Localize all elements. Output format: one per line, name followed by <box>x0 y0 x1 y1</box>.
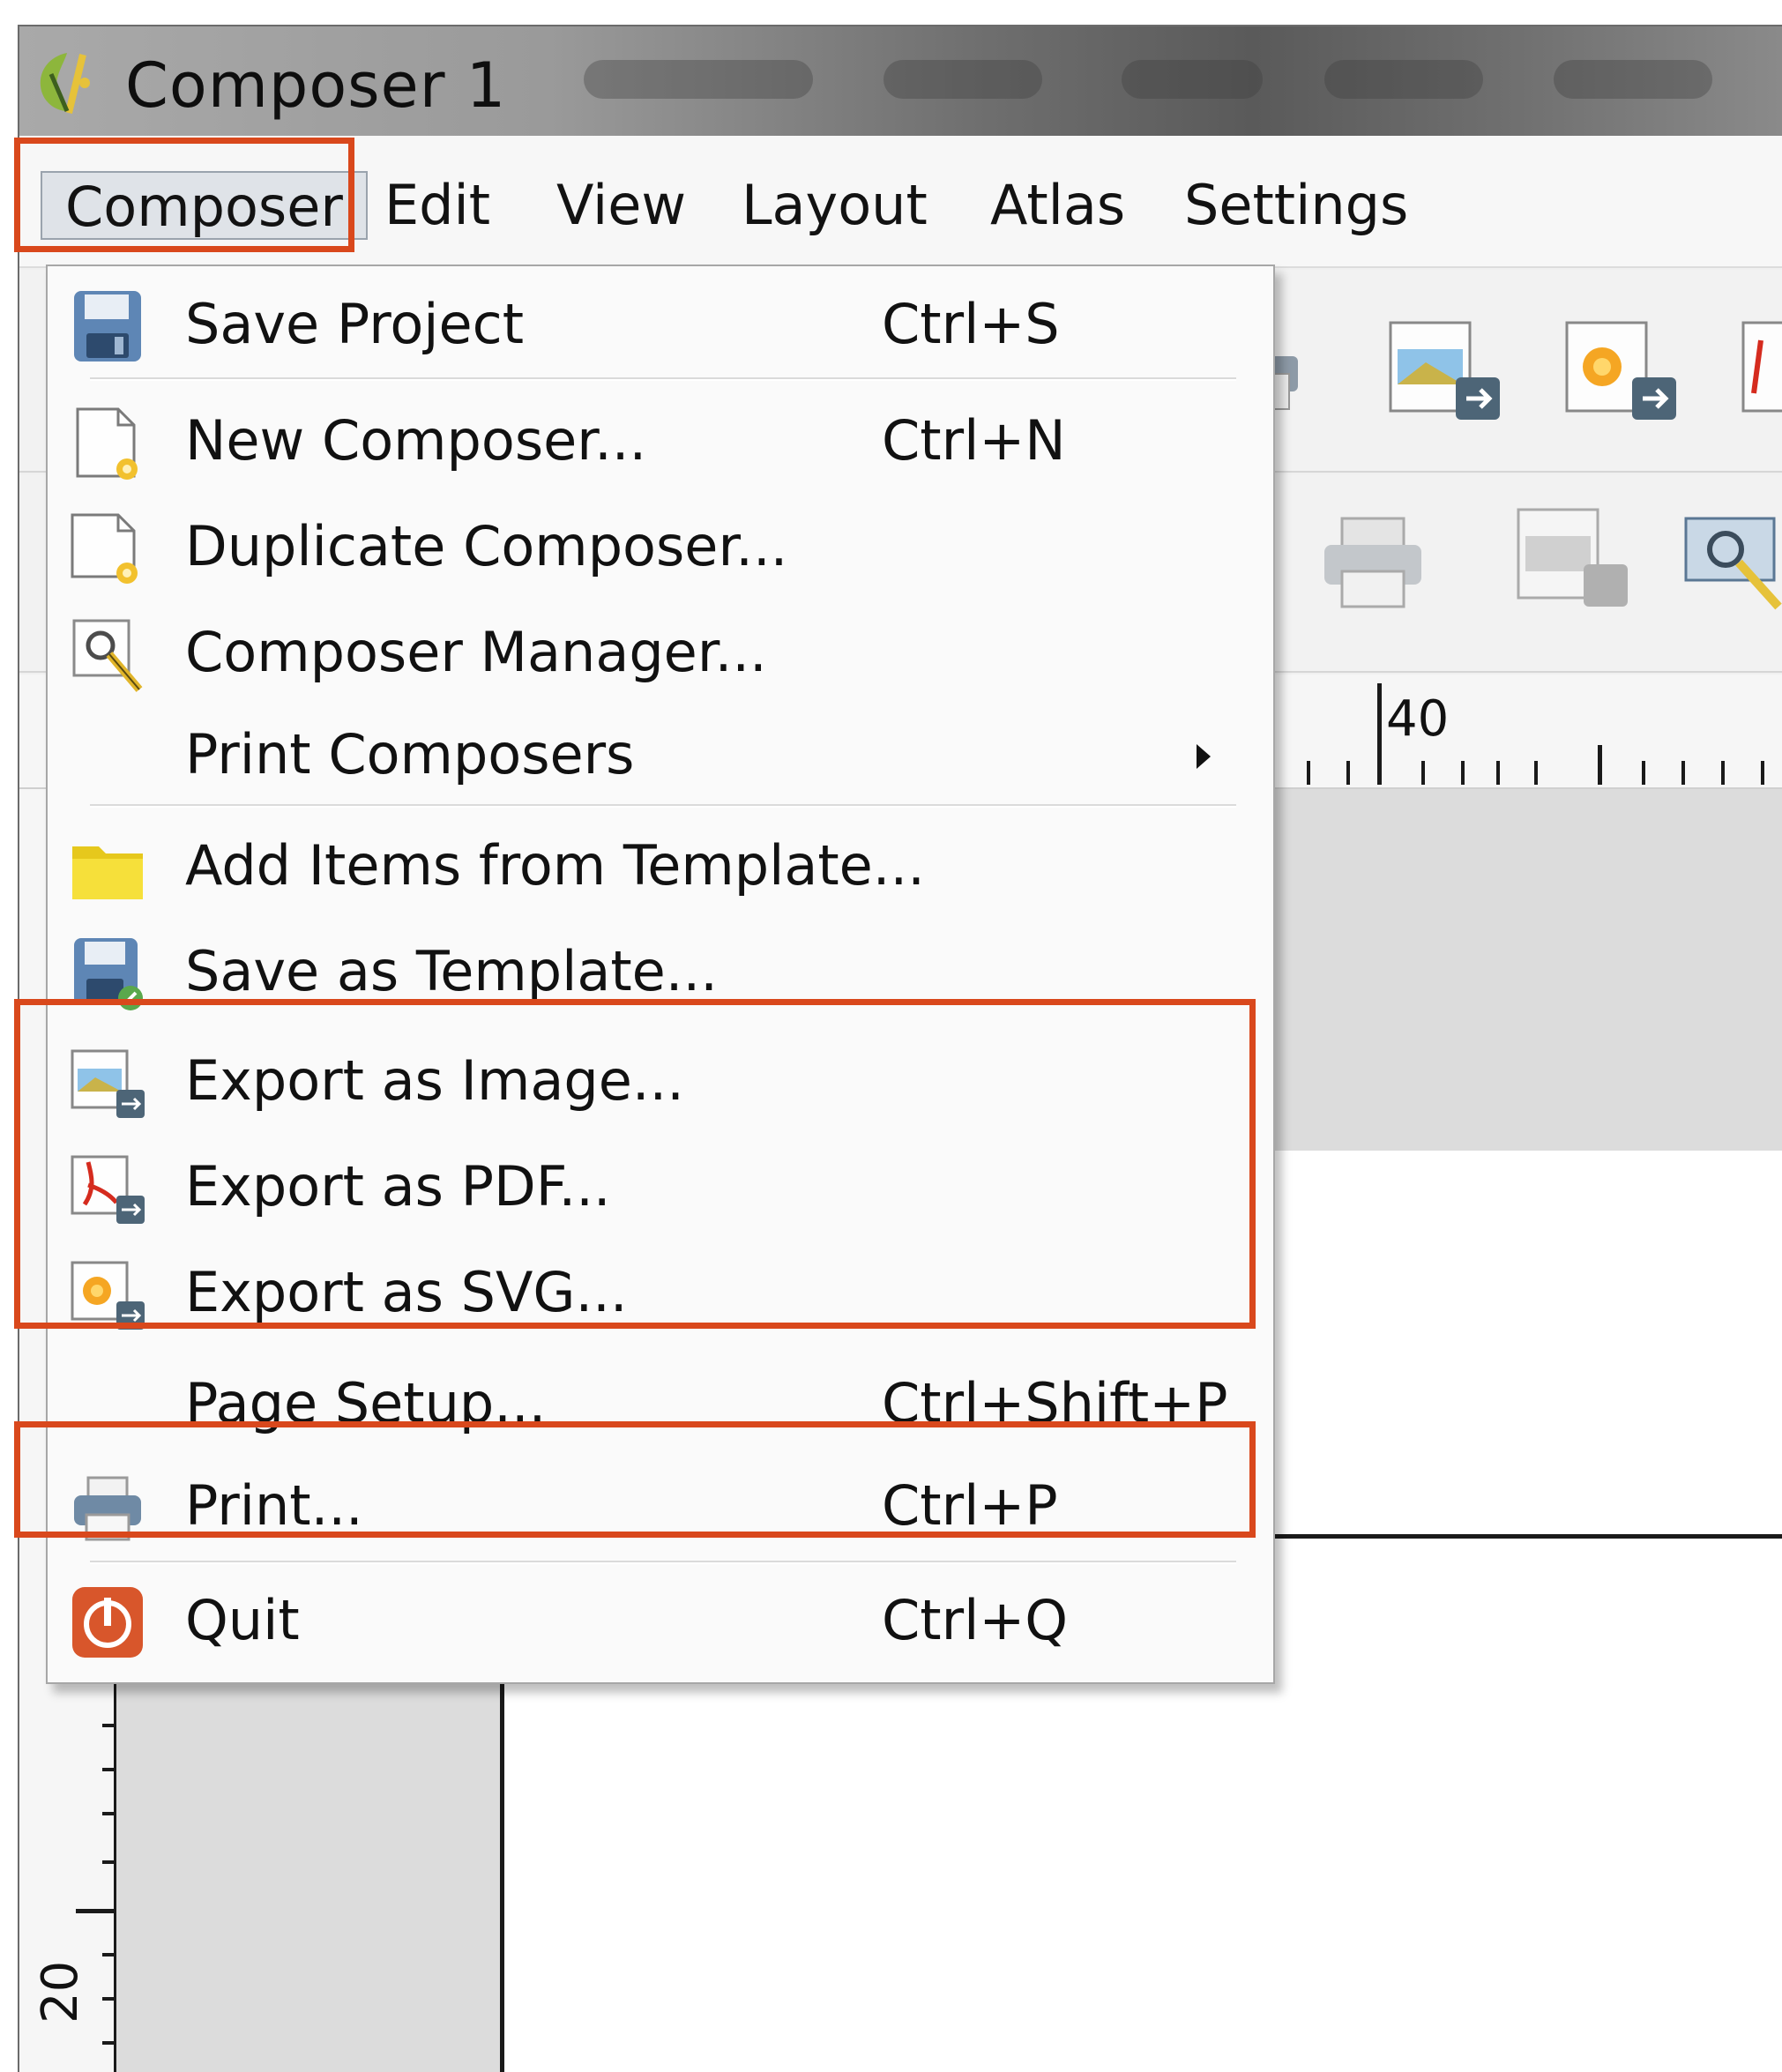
menu-item-shortcut: Ctrl+P <box>882 1473 1058 1538</box>
print-icon-secondary[interactable] <box>1316 510 1430 615</box>
menu-item-label: New Composer... <box>185 408 647 473</box>
menu-item-composer-manager[interactable]: Composer Manager... <box>48 603 1273 700</box>
composer-dropdown-menu: Save Project Ctrl+S New Composer... Ctrl… <box>46 265 1275 1684</box>
menu-item-label: Print Composers <box>185 722 635 786</box>
export-image-icon[interactable] <box>1382 314 1505 429</box>
export-image-disabled-icon[interactable] <box>1510 501 1633 615</box>
menu-item-label: Export as Image... <box>185 1048 684 1113</box>
composer-manager-icon <box>72 619 143 692</box>
menu-item-duplicate-composer[interactable]: Duplicate Composer... <box>48 497 1273 594</box>
menu-item-label: Composer Manager... <box>185 620 767 684</box>
menu-item-save-project[interactable]: Save Project Ctrl+S <box>48 275 1273 372</box>
menu-item-label: Export as PDF... <box>185 1154 611 1219</box>
menu-item-shortcut: Ctrl+N <box>882 408 1066 473</box>
menu-layout[interactable]: Layout <box>736 171 933 240</box>
export-pdf-icon <box>71 1155 145 1224</box>
save-template-icon <box>74 938 143 1010</box>
composer-window: Composer 1 Composer Edit View Layout Atl… <box>18 25 1782 2072</box>
menu-item-new-composer[interactable]: New Composer... Ctrl+N <box>48 391 1273 488</box>
menu-item-shortcut: Ctrl+Shift+P <box>882 1371 1228 1435</box>
menu-item-export-as-svg[interactable]: Export as SVG... <box>48 1243 1273 1340</box>
menu-composer[interactable]: Composer <box>41 171 368 240</box>
ruler-left-label: 20 <box>32 1960 89 2024</box>
menu-atlas[interactable]: Atlas <box>985 171 1130 240</box>
menu-item-label: Duplicate Composer... <box>185 514 788 578</box>
menu-item-label: Export as SVG... <box>185 1260 628 1324</box>
folder-icon <box>72 846 143 899</box>
menu-bar: Composer Edit View Layout Atlas Settings <box>19 136 1782 268</box>
menu-item-label: Print... <box>185 1473 363 1538</box>
menu-item-page-setup[interactable]: Page Setup... Ctrl+Shift+P <box>48 1354 1273 1451</box>
menu-item-print-composers[interactable]: Print Composers <box>48 705 1273 802</box>
menu-view[interactable]: View <box>551 171 691 240</box>
menu-edit[interactable]: Edit <box>379 171 496 240</box>
submenu-arrow-icon <box>1197 744 1211 769</box>
save-icon <box>74 291 141 361</box>
qgis-logo-icon <box>40 53 90 114</box>
menu-item-shortcut: Ctrl+S <box>882 292 1060 356</box>
menu-item-label: Quit <box>185 1588 300 1652</box>
title-bar: Composer 1 <box>19 26 1782 136</box>
menu-item-quit[interactable]: Quit Ctrl+Q <box>48 1571 1273 1668</box>
menu-item-export-as-pdf[interactable]: Export as PDF... <box>48 1137 1273 1234</box>
quit-icon <box>72 1587 143 1658</box>
menu-item-label: Save as Template... <box>185 939 718 1003</box>
export-svg-icon[interactable] <box>1558 314 1681 429</box>
menu-item-shortcut: Ctrl+Q <box>882 1588 1069 1652</box>
menu-settings[interactable]: Settings <box>1179 171 1413 240</box>
export-image-icon <box>71 1049 145 1118</box>
print-icon <box>74 1476 141 1541</box>
export-svg-icon <box>71 1261 145 1330</box>
menu-item-label: Page Setup... <box>185 1371 547 1435</box>
composer-manager-icon-toolbar[interactable] <box>1677 501 1782 615</box>
menu-item-add-items-from-template[interactable]: Add Items from Template... <box>48 816 1273 913</box>
new-composer-icon <box>76 407 138 480</box>
menu-item-export-as-image[interactable]: Export as Image... <box>48 1032 1273 1129</box>
menu-item-label: Save Project <box>185 292 525 356</box>
menu-item-save-as-template[interactable]: Save as Template... <box>48 922 1273 1019</box>
duplicate-composer-icon <box>71 513 138 584</box>
menu-item-print[interactable]: Print... Ctrl+P <box>48 1457 1273 1554</box>
menu-item-label: Add Items from Template... <box>185 833 925 898</box>
ruler-top-label: 40 <box>1386 690 1450 748</box>
export-pdf-icon[interactable] <box>1734 314 1782 429</box>
window-title: Composer 1 <box>125 49 507 122</box>
